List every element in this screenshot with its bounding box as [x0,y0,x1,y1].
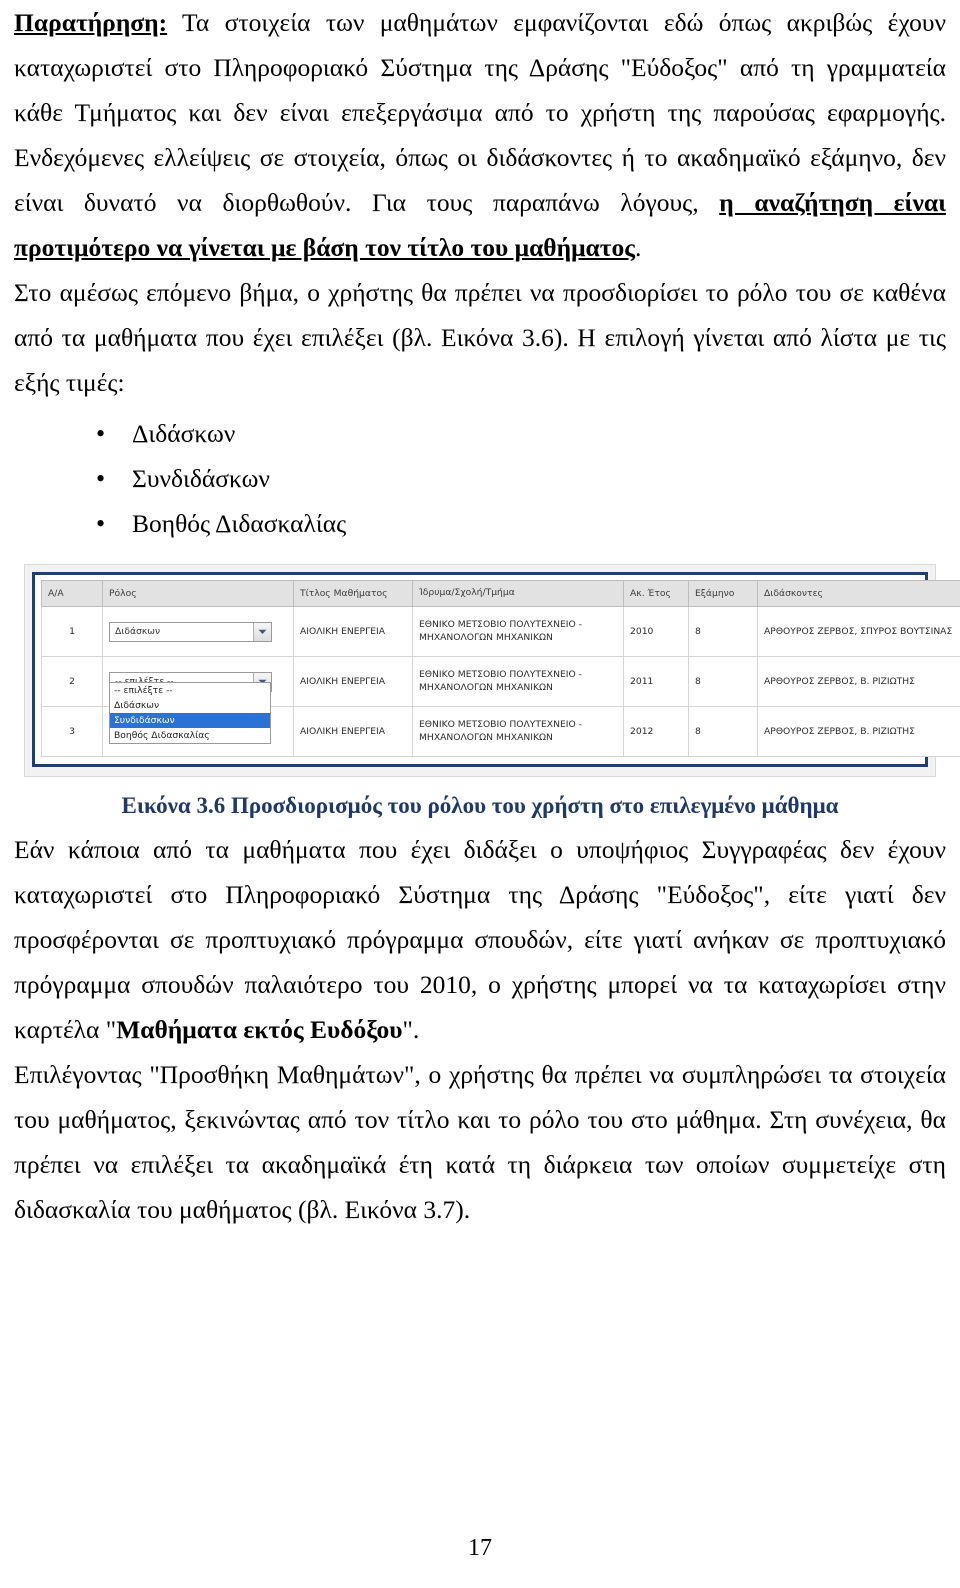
paragraph-outside-eudoxos: Εάν κάποια από τα μαθήματα που έχει διδά… [14,827,946,1052]
dropdown-option[interactable]: -- επιλέξτε -- [110,683,270,698]
column-header-institution: Ίδρυμα/Σχολή/Τμήμα [412,580,624,607]
cell-teachers: ΑΡΘΟΥΡΟΣ ΖΕΡΒΟΣ, Β. ΡΙΖΙΩΤΗΣ [757,706,960,757]
cell-course-title: ΑΙΟΛΙΚΗ ΕΝΕΡΓΕΙΑ [293,606,413,657]
observation-text: Τα στοιχεία των μαθημάτων εμφανίζονται ε… [14,8,946,217]
paragraph-outside-eudoxos-text: Εάν κάποια από τα μαθήματα που έχει διδά… [14,835,946,1044]
cell-aa: 1 [41,606,103,657]
table-row: 1 Διδάσκων ΑΙΟΛΙΚΗ ΕΝΕΡΓΕΙΑ ΕΘΝΙΚΟ ΜΕΤΣΟ… [41,606,960,657]
column-header-title: Τίτλος Μαθήματος [293,580,413,607]
paragraph-observation: Παρατήρηση: Τα στοιχεία των μαθημάτων εμ… [14,0,946,270]
document-page: Παρατήρηση: Τα στοιχεία των μαθημάτων εμ… [0,0,960,1588]
role-select-value: Διδάσκων [115,626,161,637]
page-number: 17 [468,1535,492,1561]
paragraph-add-courses: Επιλέγοντας "Προσθήκη Μαθημάτων", ο χρήσ… [14,1060,946,1224]
cell-year: 2010 [623,606,689,657]
cell-year: 2011 [623,656,689,707]
cell-teachers: ΑΡΘΟΥΡΟΣ ΖΕΡΒΟΣ, ΣΠΥΡΟΣ ΒΟΥΤΣΙΝΑΣ [757,606,960,657]
cell-semester: 8 [688,656,758,707]
chevron-down-icon[interactable] [253,622,271,641]
table-header-row: A/A Ρόλος Τίτλος Μαθήματος Ίδρυμα/Σχολή/… [41,580,960,607]
dropdown-option[interactable]: Βοηθός Διδασκαλίας [110,728,270,743]
role-dropdown-options[interactable]: -- επιλέξτε -- Διδάσκων Συνδιδάσκων Βοηθ… [109,682,271,744]
cell-institution: ΕΘΝΙΚΟ ΜΕΤΣΟΒΙΟ ΠΟΛΥΤΕΧΝΕΙΟ - ΜΗΧΑΝΟΛΟΓΩ… [412,706,624,757]
column-header-role: Ρόλος [102,580,294,607]
column-header-aa: A/A [41,580,103,607]
cell-aa: 2 [41,656,103,707]
figure-screenshot: A/A Ρόλος Τίτλος Μαθήματος Ίδρυμα/Σχολή/… [14,564,960,777]
observation-label: Παρατήρηση: [14,8,168,37]
role-select-row1[interactable]: Διδάσκων [109,621,272,642]
cell-semester: 8 [688,706,758,757]
cell-institution: ΕΘΝΙΚΟ ΜΕΤΣΟΒΙΟ ΠΟΛΥΤΕΧΝΕΙΟ - ΜΗΧΑΝΟΛΟΓΩ… [412,656,624,707]
column-header-teachers: Διδάσκοντες [757,580,960,607]
list-item: Συνδιδάσκων [14,456,946,501]
cell-semester: 8 [688,606,758,657]
cell-teachers: ΑΡΘΟΥΡΟΣ ΖΕΡΒΟΣ, Β. ΡΙΖΙΩΤΗΣ [757,656,960,707]
list-item: Διδάσκων [14,411,946,456]
column-header-semester: Εξάμηνο [688,580,758,607]
role-values-list: Διδάσκων Συνδιδάσκων Βοηθός Διδασκαλίας [14,411,946,546]
cell-course-title: ΑΙΟΛΙΚΗ ΕΝΕΡΓΕΙΑ [293,656,413,707]
table-header: A/A Ρόλος Τίτλος Μαθήματος Ίδρυμα/Σχολή/… [41,580,960,607]
cell-course-title: ΑΙΟΛΙΚΗ ΕΝΕΡΓΕΙΑ [293,706,413,757]
figure-caption: Εικόνα 3.6 Προσδιορισμός του ρόλου του χ… [121,793,839,818]
table-row: 2 -- επιλέξτε -- -- επιλέξτε -- [41,656,960,744]
table-body: 1 Διδάσκων ΑΙΟΛΙΚΗ ΕΝΕΡΓΕΙΑ ΕΘΝΙΚΟ ΜΕΤΣΟ… [41,606,960,757]
paragraph-next-step: Στο αμέσως επόμενο βήμα, ο χρήστης θα πρ… [14,278,946,397]
courses-table: A/A Ρόλος Τίτλος Μαθήματος Ίδρυμα/Σχολή/… [41,580,960,757]
cell-role: Διδάσκων [102,606,294,657]
screenshot-frame: A/A Ρόλος Τίτλος Μαθήματος Ίδρυμα/Σχολή/… [32,572,960,767]
screenshot-outer-panel: A/A Ρόλος Τίτλος Μαθήματος Ίδρυμα/Σχολή/… [24,564,960,777]
cell-role: -- επιλέξτε -- -- επιλέξτε -- Διδάσκων Σ… [102,656,294,744]
list-item: Βοηθός Διδασκαλίας [14,501,946,546]
dropdown-option[interactable]: Διδάσκων [110,698,270,713]
cell-institution: ΕΘΝΙΚΟ ΜΕΤΣΟΒΙΟ ΠΟΛΥΤΕΧΝΕΙΟ - ΜΗΧΑΝΟΛΟΓΩ… [412,606,624,657]
tab-name-emphasis: Μαθήματα εκτός Ευδόξου [116,1015,403,1044]
cell-aa: 3 [41,706,103,757]
cell-year: 2012 [623,706,689,757]
observation-tail: . [635,233,642,262]
paragraph-outside-eudoxos-tail: ". [402,1015,420,1044]
column-header-year: Ακ. Έτος [623,580,689,607]
dropdown-option-highlighted[interactable]: Συνδιδάσκων [110,713,270,728]
